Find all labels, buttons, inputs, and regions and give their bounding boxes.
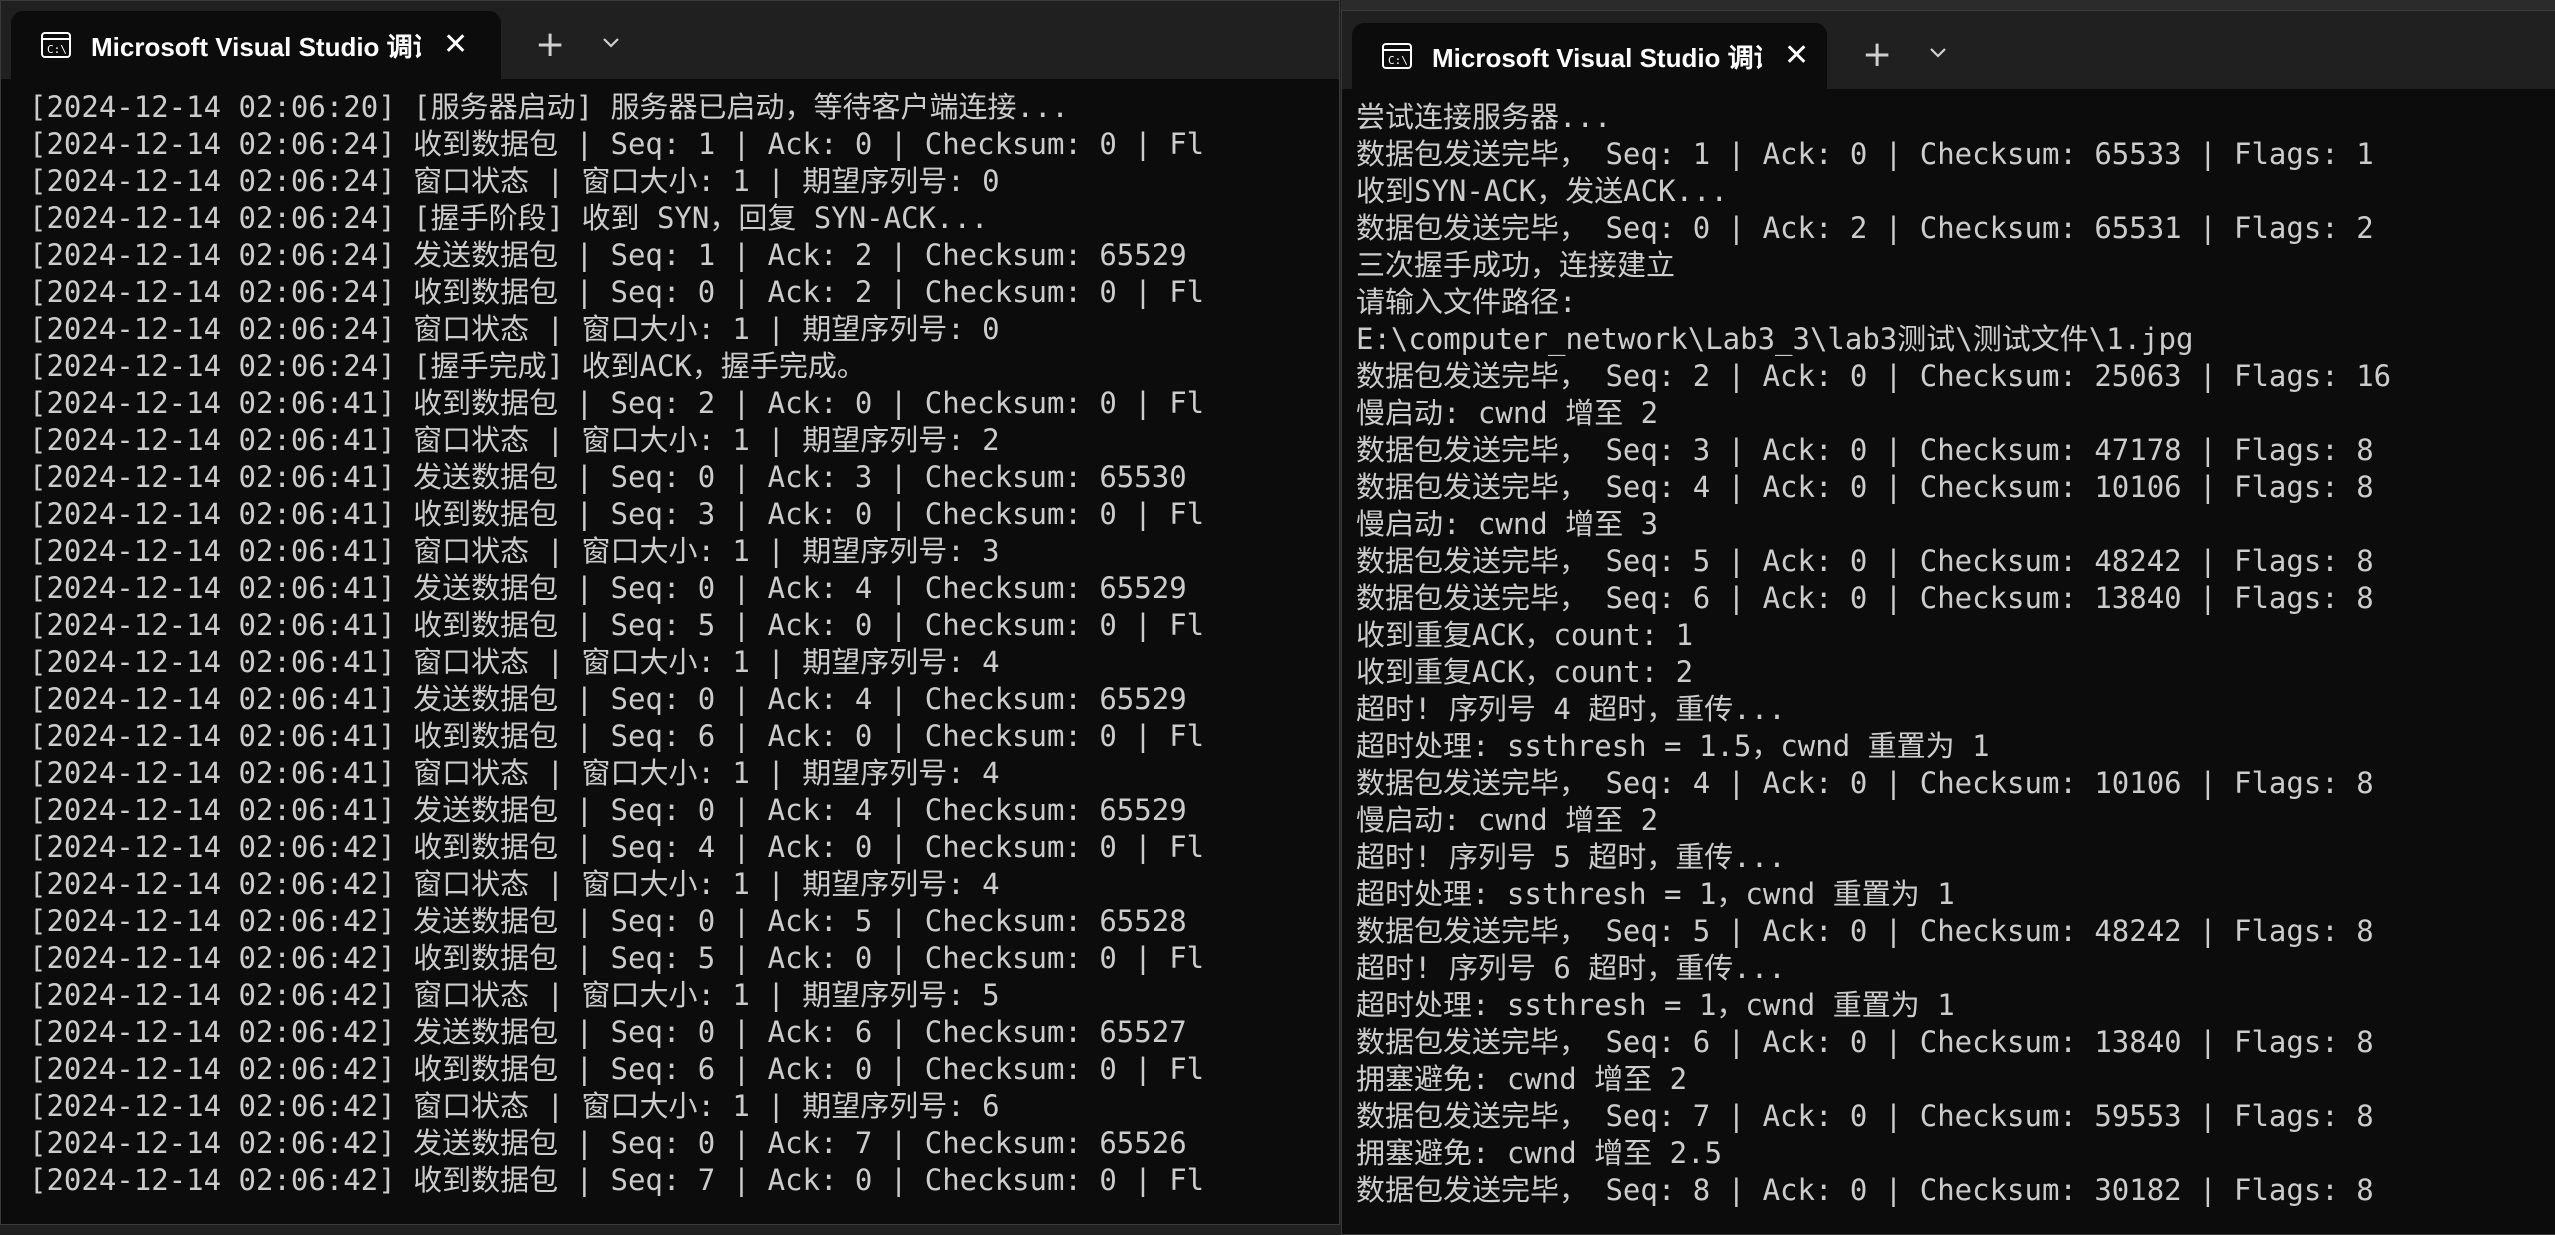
console-line: [2024-12-14 02:06:41] 收到数据包 | Seq: 6 | A… (29, 719, 1205, 753)
console-line: 超时! 序列号 5 超时，重传... (1356, 840, 1786, 874)
console-line: [2024-12-14 02:06:42] 窗口状态 | 窗口大小: 1 | 期… (29, 867, 1000, 901)
console-line: [2024-12-14 02:06:42] 发送数据包 | Seq: 0 | A… (29, 1015, 1187, 1049)
console-line: [2024-12-14 02:06:41] 收到数据包 | Seq: 3 | A… (29, 497, 1205, 531)
console-line: [2024-12-14 02:06:41] 发送数据包 | Seq: 0 | A… (29, 571, 1187, 605)
console-line: 拥塞避免: cwnd 增至 2.5 (1356, 1136, 1723, 1170)
console-line: 超时处理: ssthresh = 1，cwnd 重置为 1 (1356, 877, 1955, 911)
server-console-window: C:\ Microsoft Visual Studio 调试控制台 ✕ + [2… (0, 0, 1340, 1225)
console-line: 数据包发送完毕， Seq: 2 | Ack: 0 | Checksum: 250… (1356, 359, 2392, 393)
tab-title: Microsoft Visual Studio 调试控制台 (91, 31, 421, 62)
chevron-down-icon[interactable] (1928, 45, 1948, 59)
console-line: [2024-12-14 02:06:24] 窗口状态 | 窗口大小: 1 | 期… (29, 312, 1000, 346)
console-line: 尝试连接服务器... (1356, 100, 1612, 134)
console-line: 拥塞避免: cwnd 增至 2 (1356, 1062, 1688, 1096)
console-line: 超时! 序列号 4 超时，重传... (1356, 692, 1786, 726)
console-line: [2024-12-14 02:06:24] 收到数据包 | Seq: 1 | A… (29, 127, 1205, 161)
console-line: 超时处理: ssthresh = 1，cwnd 重置为 1 (1356, 988, 1955, 1022)
console-line: 数据包发送完毕， Seq: 6 | Ack: 0 | Checksum: 138… (1356, 581, 2374, 615)
console-line: 数据包发送完毕， Seq: 5 | Ack: 0 | Checksum: 482… (1356, 544, 2374, 578)
console-line: 数据包发送完毕， Seq: 6 | Ack: 0 | Checksum: 138… (1356, 1025, 2374, 1059)
console-line: [2024-12-14 02:06:41] 发送数据包 | Seq: 0 | A… (29, 793, 1187, 827)
new-tab-plus-icon[interactable]: + (535, 27, 565, 63)
svg-text:C:\: C:\ (1388, 54, 1408, 67)
tab-debug-console[interactable]: C:\ Microsoft Visual Studio 调试控制台 ✕ (1352, 23, 1827, 89)
console-line: 收到重复ACK，count: 2 (1356, 655, 1694, 689)
tab-title: Microsoft Visual Studio 调试控制台 (1432, 42, 1762, 73)
console-line: 超时! 序列号 6 超时，重传... (1356, 951, 1786, 985)
console-line: [2024-12-14 02:06:42] 收到数据包 | Seq: 7 | A… (29, 1163, 1205, 1197)
svg-text:C:\: C:\ (47, 43, 67, 56)
console-line: 三次握手成功，连接建立 (1356, 248, 1676, 282)
title-bar[interactable]: C:\ Microsoft Visual Studio 调试控制台 ✕ + (1342, 11, 2555, 89)
console-line: E:\computer_network\Lab3_3\lab3测试\测试文件\1… (1356, 322, 2194, 356)
console-line: 数据包发送完毕， Seq: 1 | Ack: 0 | Checksum: 655… (1356, 137, 2374, 171)
console-line: [2024-12-14 02:06:42] 窗口状态 | 窗口大小: 1 | 期… (29, 978, 1000, 1012)
console-line: [2024-12-14 02:06:42] 窗口状态 | 窗口大小: 1 | 期… (29, 1089, 1000, 1123)
console-app-icon: C:\ (41, 32, 71, 58)
console-line: [2024-12-14 02:06:41] 窗口状态 | 窗口大小: 1 | 期… (29, 534, 1000, 568)
console-line: [2024-12-14 02:06:24] 窗口状态 | 窗口大小: 1 | 期… (29, 164, 1000, 198)
console-line: 数据包发送完毕， Seq: 4 | Ack: 0 | Checksum: 101… (1356, 766, 2374, 800)
console-line: 慢启动: cwnd 增至 2 (1356, 803, 1659, 837)
console-output[interactable]: [2024-12-14 02:06:20] [服务器启动] 服务器已启动，等待客… (1, 81, 1339, 1224)
console-line: 数据包发送完毕， Seq: 7 | Ack: 0 | Checksum: 595… (1356, 1099, 2374, 1133)
console-line: 数据包发送完毕， Seq: 5 | Ack: 0 | Checksum: 482… (1356, 914, 2374, 948)
console-line: 收到重复ACK，count: 1 (1356, 618, 1694, 652)
console-line: [2024-12-14 02:06:24] 收到数据包 | Seq: 0 | A… (29, 275, 1205, 309)
console-line: [2024-12-14 02:06:41] 发送数据包 | Seq: 0 | A… (29, 460, 1187, 494)
console-line: [2024-12-14 02:06:41] 窗口状态 | 窗口大小: 1 | 期… (29, 756, 1000, 790)
console-line: [2024-12-14 02:06:42] 收到数据包 | Seq: 6 | A… (29, 1052, 1205, 1086)
console-line: 数据包发送完毕， Seq: 3 | Ack: 0 | Checksum: 471… (1356, 433, 2374, 467)
background-strip (1341, 0, 2555, 10)
close-tab-icon[interactable]: ✕ (1784, 41, 1809, 71)
console-line: [2024-12-14 02:06:41] 收到数据包 | Seq: 5 | A… (29, 608, 1205, 642)
console-line: 请输入文件路径: (1356, 285, 1577, 319)
console-line: [2024-12-14 02:06:24] [握手完成] 收到ACK，握手完成。 (29, 349, 866, 383)
console-line: [2024-12-14 02:06:41] 窗口状态 | 窗口大小: 1 | 期… (29, 423, 1000, 457)
console-line: [2024-12-14 02:06:41] 窗口状态 | 窗口大小: 1 | 期… (29, 645, 1000, 679)
console-line: 收到SYN-ACK，发送ACK... (1356, 174, 1728, 208)
console-line: [2024-12-14 02:06:41] 发送数据包 | Seq: 0 | A… (29, 682, 1187, 716)
title-bar[interactable]: C:\ Microsoft Visual Studio 调试控制台 ✕ + (1, 1, 1339, 79)
console-output[interactable]: 尝试连接服务器... 数据包发送完毕， Seq: 1 | Ack: 0 | Che… (1342, 91, 2555, 1234)
console-line: [2024-12-14 02:06:42] 收到数据包 | Seq: 4 | A… (29, 830, 1205, 864)
console-line: [2024-12-14 02:06:20] [服务器启动] 服务器已启动，等待客… (29, 90, 1069, 124)
new-tab-plus-icon[interactable]: + (1862, 37, 1892, 73)
tab-debug-console[interactable]: C:\ Microsoft Visual Studio 调试控制台 ✕ (11, 11, 501, 79)
console-line: 数据包发送完毕， Seq: 4 | Ack: 0 | Checksum: 101… (1356, 470, 2374, 504)
console-line: [2024-12-14 02:06:24] 发送数据包 | Seq: 1 | A… (29, 238, 1187, 272)
console-line: 数据包发送完毕， Seq: 0 | Ack: 2 | Checksum: 655… (1356, 211, 2374, 245)
console-app-icon: C:\ (1382, 43, 1412, 69)
close-tab-icon[interactable]: ✕ (443, 30, 468, 60)
console-line: 慢启动: cwnd 增至 3 (1356, 507, 1659, 541)
console-line: [2024-12-14 02:06:41] 收到数据包 | Seq: 2 | A… (29, 386, 1205, 420)
client-console-window: C:\ Microsoft Visual Studio 调试控制台 ✕ + 尝试… (1341, 10, 2555, 1235)
console-line: [2024-12-14 02:06:42] 发送数据包 | Seq: 0 | A… (29, 1126, 1187, 1160)
console-line: [2024-12-14 02:06:24] [握手阶段] 收到 SYN，回复 S… (29, 201, 989, 235)
console-line: 数据包发送完毕， Seq: 8 | Ack: 0 | Checksum: 301… (1356, 1173, 2374, 1207)
console-line: 超时处理: ssthresh = 1.5，cwnd 重置为 1 (1356, 729, 1990, 763)
console-line: [2024-12-14 02:06:42] 发送数据包 | Seq: 0 | A… (29, 904, 1187, 938)
chevron-down-icon[interactable] (601, 35, 621, 49)
console-line: [2024-12-14 02:06:42] 收到数据包 | Seq: 5 | A… (29, 941, 1205, 975)
console-line: 慢启动: cwnd 增至 2 (1356, 396, 1659, 430)
